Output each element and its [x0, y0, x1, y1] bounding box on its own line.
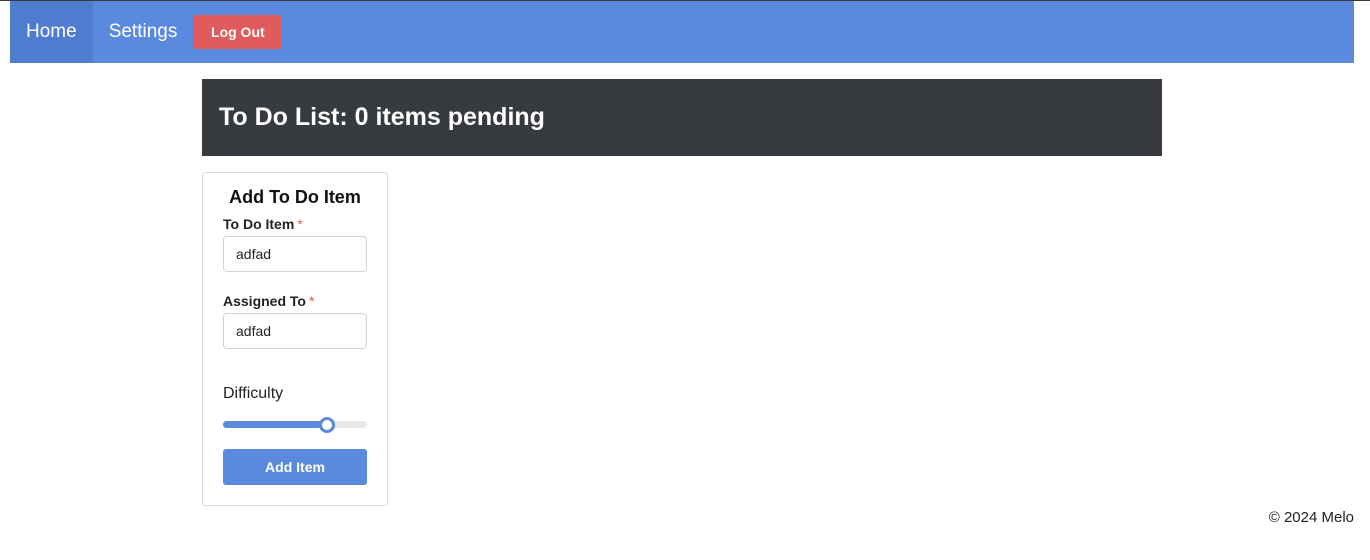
nav-link-home[interactable]: Home: [10, 1, 93, 63]
add-todo-form-card: Add To Do Item To Do Item* Assigned To* …: [202, 172, 388, 506]
page-title: To Do List: 0 items pending: [219, 103, 545, 131]
assigned-to-label: Assigned To *: [223, 293, 314, 309]
logout-button[interactable]: Log Out: [193, 15, 283, 49]
footer-copyright: © 2024 Melo: [1268, 509, 1354, 526]
difficulty-label: Difficulty: [223, 385, 284, 402]
assigned-to-input[interactable]: [223, 313, 367, 349]
top-navbar: Home Settings Log Out: [10, 1, 1354, 63]
todo-header-bar: To Do List: 0 items pending: [202, 79, 1162, 156]
form-title: Add To Do Item: [229, 187, 361, 207]
required-marker: *: [308, 293, 315, 309]
nav-link-settings[interactable]: Settings: [93, 1, 194, 63]
difficulty-slider-thumb[interactable]: [318, 417, 335, 433]
difficulty-slider-fill: [223, 421, 327, 428]
todo-item-label-text: To Do Item: [223, 216, 295, 232]
todo-item-input[interactable]: [223, 236, 367, 272]
assigned-to-label-text: Assigned To: [223, 293, 306, 309]
difficulty-slider[interactable]: [223, 417, 367, 433]
add-item-button[interactable]: Add Item: [223, 449, 367, 485]
todo-item-label: To Do Item *: [223, 216, 303, 232]
required-marker: *: [297, 216, 303, 232]
